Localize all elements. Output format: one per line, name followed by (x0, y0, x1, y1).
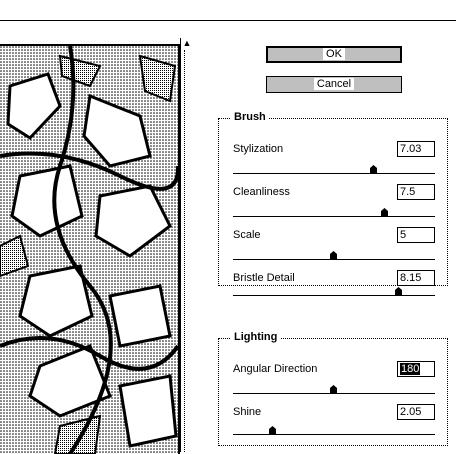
angular-direction-slider-thumb[interactable] (330, 385, 337, 393)
brush-group: Brush Stylization 7.03 Cleanliness 7.5 S… (218, 111, 448, 296)
ok-button-label: OK (323, 48, 345, 60)
angular-direction-label: Angular Direction (233, 363, 318, 375)
bristle-detail-slider[interactable] (233, 287, 435, 296)
cancel-button-label: Cancel (313, 78, 355, 90)
dialog-top-rule (0, 20, 456, 21)
scroll-track[interactable] (184, 50, 190, 452)
scroll-up-arrow-icon[interactable]: ▲ (182, 38, 192, 48)
shine-slider[interactable] (233, 426, 435, 435)
scale-slider-thumb[interactable] (330, 251, 337, 259)
filter-preview-image[interactable] (0, 44, 180, 454)
shine-field[interactable]: 2.05 (397, 404, 435, 420)
lighting-group-title: Lighting (231, 331, 281, 343)
preview-artwork (0, 46, 178, 454)
bristle-detail-field[interactable]: 8.15 (397, 270, 435, 286)
preview-scrollbar[interactable]: ▲ (180, 38, 192, 452)
stylization-field[interactable]: 7.03 (397, 141, 435, 157)
ok-button[interactable]: OK (266, 46, 402, 63)
cleanliness-label: Cleanliness (233, 186, 290, 198)
stylization-slider-thumb[interactable] (370, 165, 378, 173)
angular-direction-slider[interactable] (233, 385, 435, 394)
shine-label: Shine (233, 406, 262, 418)
cleanliness-slider[interactable] (233, 208, 435, 217)
scale-label: Scale (233, 229, 261, 241)
lighting-group: Lighting Angular Direction 180 Shine 2.0… (218, 331, 448, 446)
shine-slider-thumb[interactable] (269, 426, 277, 434)
cleanliness-slider-thumb[interactable] (380, 208, 388, 216)
cleanliness-field[interactable]: 7.5 (397, 184, 435, 200)
stylization-slider[interactable] (233, 165, 435, 174)
bristle-detail-label: Bristle Detail (233, 272, 295, 284)
scale-slider[interactable] (233, 251, 435, 260)
cancel-button[interactable]: Cancel (266, 76, 402, 93)
stylization-label: Stylization (233, 143, 284, 155)
brush-group-title: Brush (231, 111, 269, 123)
scale-field[interactable]: 5 (397, 227, 435, 243)
bristle-detail-slider-thumb[interactable] (394, 287, 402, 295)
angular-direction-field[interactable]: 180 (397, 361, 435, 377)
